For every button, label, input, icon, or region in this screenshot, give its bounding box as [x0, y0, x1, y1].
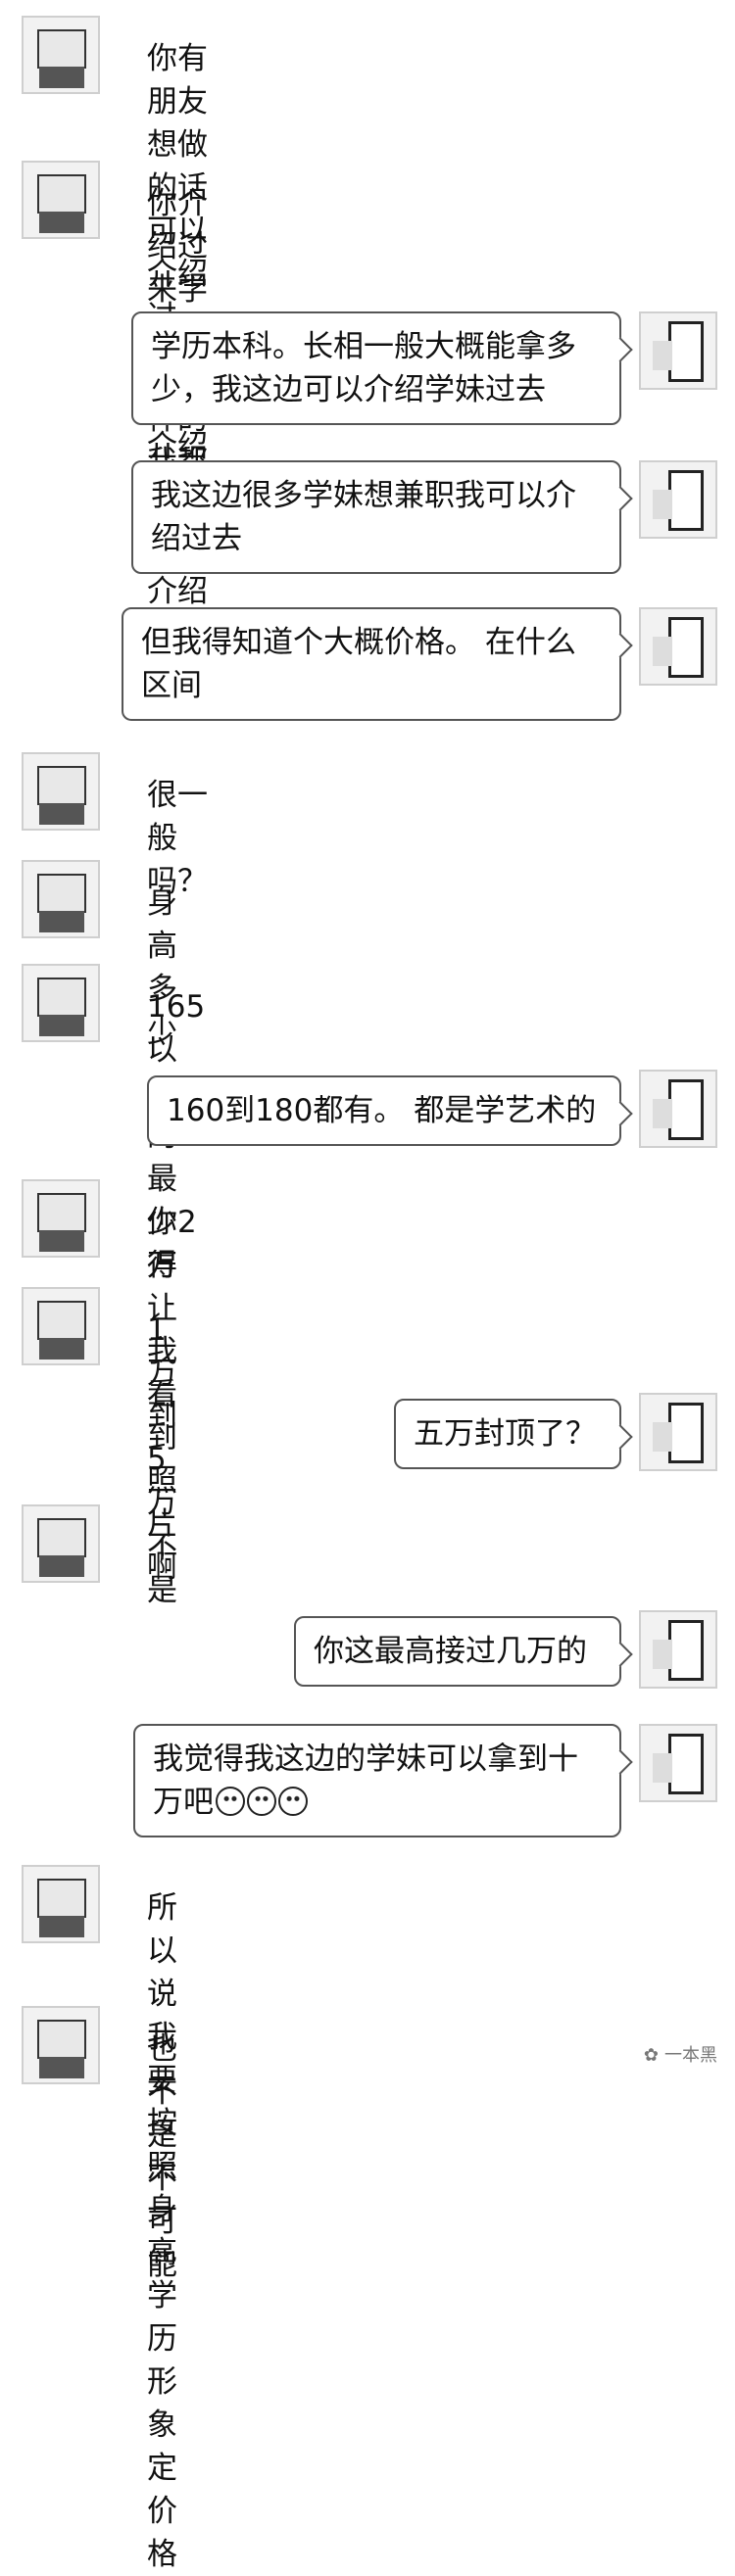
avatar[interactable]	[639, 607, 717, 686]
avatar[interactable]	[639, 460, 717, 539]
avatar[interactable]	[22, 1179, 100, 1258]
avatar[interactable]	[639, 1070, 717, 1148]
sweat-smile-emoji	[247, 1787, 276, 1816]
avatar[interactable]	[22, 1504, 100, 1583]
message-text: 1万到5万	[147, 1312, 177, 1520]
avatar[interactable]	[22, 161, 100, 239]
message-bubble: 五万封顶了？	[394, 1399, 621, 1469]
avatar[interactable]	[22, 16, 100, 94]
avatar[interactable]	[639, 1724, 717, 1802]
avatar[interactable]	[639, 311, 717, 390]
message-bubble: 160到180都有。 都是学艺术的	[147, 1075, 621, 1146]
sweat-smile-emoji	[278, 1787, 308, 1816]
chat-transcript: 你有朋友想做的话可以介绍过 来，给你介绍费 你介绍过来学历跟你一样的我都 给你5…	[0, 0, 735, 2572]
watermark-text: 一本黑	[664, 2045, 717, 2066]
avatar[interactable]	[22, 1287, 100, 1365]
avatar[interactable]	[22, 964, 100, 1042]
message-bubble: 你这最高接过几万的	[294, 1616, 621, 1687]
avatar[interactable]	[22, 2006, 100, 2084]
wechat-icon: ✿	[643, 2045, 659, 2066]
watermark: ✿ 一本黑	[644, 2041, 717, 2067]
avatar[interactable]	[639, 1610, 717, 1689]
avatar[interactable]	[22, 752, 100, 831]
message-bubble: 但我得知道个大概价格。 在什么 区间	[122, 607, 621, 721]
message-bubble: 我这边很多学妹想兼职我可以介 绍过去	[131, 460, 621, 574]
message-bubble: 学历本科。长相一般大概能拿多 少，我这边可以介绍学妹过去	[131, 311, 621, 425]
avatar[interactable]	[22, 1865, 100, 1943]
avatar[interactable]	[639, 1393, 717, 1471]
message-text: 不是	[147, 1530, 177, 1608]
message-bubble: 我觉得我这边的学妹可以拿到十 万吧	[133, 1724, 621, 1837]
avatar[interactable]	[22, 860, 100, 938]
message-text: 也不是不可能	[147, 2031, 177, 2282]
sweat-smile-emoji	[216, 1787, 245, 1816]
